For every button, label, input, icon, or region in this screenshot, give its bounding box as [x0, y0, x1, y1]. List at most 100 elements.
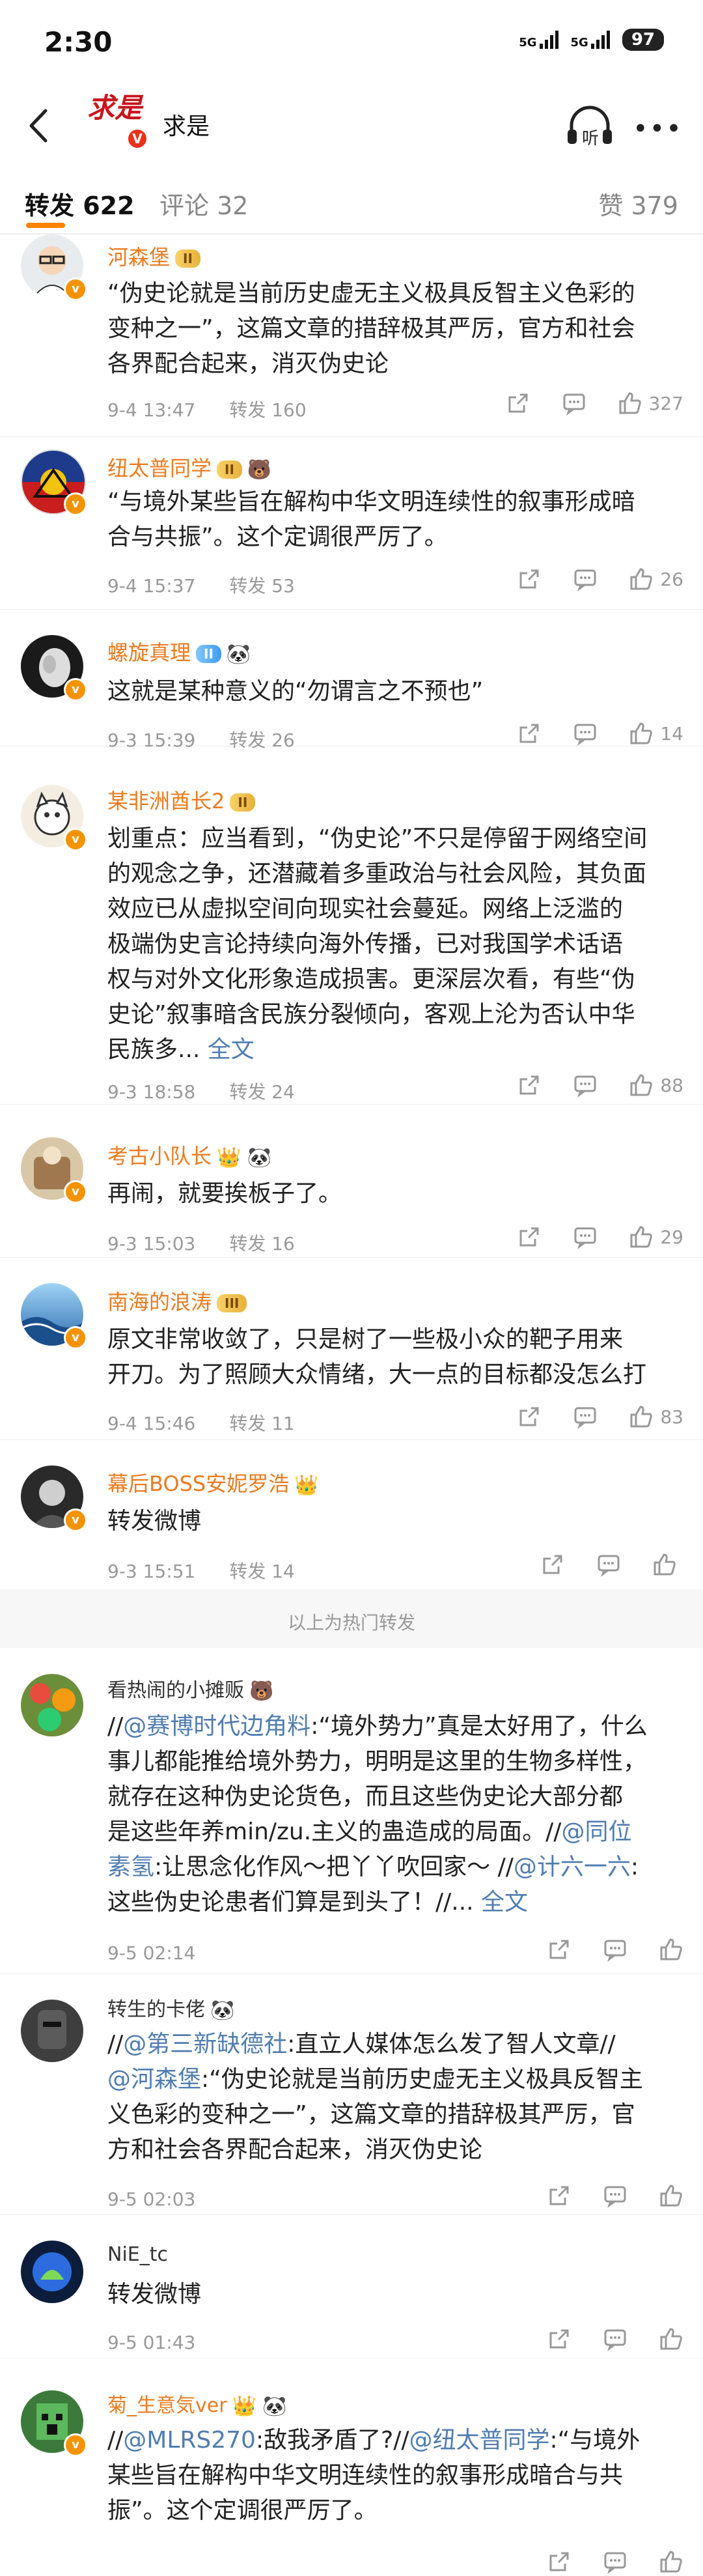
- user-name[interactable]: NiE_tc: [107, 2243, 168, 2266]
- list-item[interactable]: NiE_tc 转发微博 9-5 01:43: [0, 2228, 703, 2358]
- like-button[interactable]: [659, 1937, 683, 1962]
- qiushi-logo[interactable]: 求是 V: [85, 85, 150, 156]
- list-item[interactable]: v 菊_生意気ver 👑 🐼 //@MLRS270:敌我矛盾了?//@纽太普同学:…: [0, 2371, 703, 2576]
- level-badge: II: [196, 645, 221, 663]
- like-button[interactable]: [659, 2549, 683, 2574]
- list-item[interactable]: v 考古小队长 👑 🐼 再闹，就要挨板子了。 9-3 15:03 转发 16 29: [0, 1120, 703, 1258]
- headphones-icon: 听: [568, 106, 612, 148]
- comment-icon[interactable]: [573, 1073, 598, 1097]
- avatar[interactable]: [21, 2000, 83, 2062]
- comment-icon[interactable]: [603, 2183, 627, 2208]
- user-name[interactable]: 螺旋真理: [107, 640, 191, 665]
- mention-link[interactable]: @纽太普同学: [409, 2427, 549, 2454]
- user-name[interactable]: 河森堡: [107, 245, 170, 270]
- comment-icon[interactable]: [562, 391, 586, 416]
- thumbs-up-icon: [619, 392, 641, 414]
- thumbs-up-icon: [630, 722, 653, 744]
- full-text-link[interactable]: 全文: [200, 1036, 255, 1063]
- list-item[interactable]: v 幕后BOSS安妮罗浩 👑 转发微博 9-3 15:51 转发 14: [0, 1449, 703, 1590]
- share-icon[interactable]: [547, 2327, 572, 2351]
- list-item[interactable]: 看热闹的小摊贩 🐻 //@赛博时代边角料:“境外势力”真是太好用了，什么 事儿都能…: [0, 1661, 703, 1974]
- comment-icon[interactable]: [603, 2549, 627, 2574]
- mention-link[interactable]: 素氢: [107, 1854, 154, 1880]
- list-item[interactable]: v 某非洲酋长2 II 划重点：应当看到，“伪史论”不只是停留于网络空间 的观念之…: [0, 765, 703, 1105]
- share-icon[interactable]: [540, 1552, 565, 1577]
- user-name[interactable]: 看热闹的小摊贩: [107, 1679, 244, 1702]
- tab-likes[interactable]: 赞 379: [598, 186, 678, 221]
- comment-icon[interactable]: [596, 1552, 621, 1577]
- comment-icon[interactable]: [573, 1224, 598, 1249]
- like-button[interactable]: [652, 1552, 683, 1577]
- tab-forwards[interactable]: 转发 622: [25, 186, 135, 221]
- share-icon[interactable]: [517, 567, 542, 591]
- action-bar: 88: [486, 1073, 683, 1097]
- share-icon[interactable]: [547, 2549, 572, 2574]
- post-meta: 9-4 13:47 转发 160: [107, 399, 307, 421]
- mention-link[interactable]: @计六一六: [514, 1854, 631, 1880]
- list-item[interactable]: v 纽太普同学 II 🐻 “与境外某些旨在解构中华文明连续性的叙事形成暗 合与共振”…: [0, 443, 703, 610]
- post-text: //@第三新缺德社:直立人媒体怎么发了智人文章// @河森堡:“伪史论就是当前历…: [107, 2031, 643, 2163]
- share-icon[interactable]: [547, 1937, 572, 1962]
- avatar[interactable]: [21, 1674, 83, 1736]
- post-meta: 9-5 02:14: [107, 1942, 196, 1964]
- share-icon[interactable]: [517, 1073, 542, 1097]
- like-button[interactable]: 88: [629, 1073, 683, 1097]
- tab-comments[interactable]: 评论 32: [159, 186, 248, 221]
- like-button[interactable]: [659, 2327, 683, 2351]
- thumbs-up-icon: [660, 2185, 682, 2207]
- signal-icon: 5G: [519, 31, 558, 49]
- thumbs-up-icon: [660, 1938, 682, 1960]
- user-name[interactable]: 纽太普同学: [107, 456, 212, 481]
- like-button[interactable]: [659, 2183, 683, 2208]
- mention-link[interactable]: @河森堡: [107, 2066, 201, 2093]
- thumbs-up-icon: [630, 1406, 653, 1428]
- share-icon[interactable]: [517, 721, 542, 746]
- like-button[interactable]: 26: [629, 567, 683, 591]
- post-meta: 9-3 18:58 转发 24: [107, 1081, 295, 1103]
- post-text: 原文非常收敛了，只是树了一些极小众的靶子用来 开刀。为了照顾大众情绪，大一点的目…: [107, 1326, 647, 1388]
- user-name[interactable]: 考古小队长: [107, 1144, 212, 1168]
- mention-link[interactable]: @同位: [561, 1819, 631, 1845]
- share-icon[interactable]: [506, 391, 531, 416]
- listen-button[interactable]: 听: [564, 101, 616, 153]
- list-item[interactable]: v 螺旋真理 II 🐼 这就是某种意义的“勿谓言之不预也” 9-3 15:39 转发 …: [0, 616, 703, 751]
- user-name[interactable]: 某非洲酋长2: [107, 789, 225, 814]
- user-name[interactable]: 转生的卡佬: [107, 1998, 205, 2021]
- like-button[interactable]: 327: [618, 391, 683, 416]
- list-item[interactable]: v 河森堡 II “伪史论就是当前历史虚无主义极具反智主义色彩的 变种之一”，这篇…: [0, 234, 703, 437]
- user-name[interactable]: 幕后BOSS安妮罗浩: [107, 1471, 289, 1496]
- signal-icon: 5G: [571, 31, 611, 49]
- user-name[interactable]: 南海的浪涛: [107, 1290, 212, 1314]
- mention-link[interactable]: @第三新缺德社: [123, 2031, 287, 2058]
- verified-badge-icon: v: [64, 2433, 87, 2457]
- full-text-link[interactable]: 全文: [481, 1889, 528, 1916]
- like-button[interactable]: 83: [629, 1404, 683, 1429]
- comment-icon[interactable]: [573, 1404, 598, 1429]
- share-icon[interactable]: [517, 1404, 542, 1429]
- fan-badge-icon: 🐻: [249, 1680, 274, 1703]
- comment-icon[interactable]: [603, 1937, 627, 1962]
- verified-badge-icon: v: [64, 277, 87, 301]
- panda-icon: 🐼: [210, 1999, 235, 2022]
- list-item[interactable]: v 南海的浪涛 III 原文非常收敛了，只是树了一些极小众的靶子用来 开刀。为了照…: [0, 1270, 703, 1440]
- mention-link[interactable]: @赛博时代边角料: [123, 1713, 310, 1740]
- like-count: 14: [660, 722, 683, 744]
- like-button[interactable]: 29: [629, 1224, 683, 1249]
- comment-icon[interactable]: [573, 721, 598, 746]
- action-bar: 83: [486, 1404, 683, 1429]
- avatar[interactable]: [21, 2241, 83, 2303]
- list-item[interactable]: 转生的卡佬 🐼 //@第三新缺德社:直立人媒体怎么发了智人文章// @河森堡:“伪…: [0, 1987, 703, 2215]
- comment-icon[interactable]: [603, 2327, 627, 2351]
- mention-link[interactable]: @MLRS270: [123, 2427, 256, 2454]
- share-icon[interactable]: [517, 1224, 542, 1249]
- comment-icon[interactable]: [573, 567, 598, 591]
- thumbs-up-icon: [630, 1074, 653, 1096]
- like-count: 327: [648, 392, 683, 414]
- post-meta: 9-4 15:46 转发 11: [107, 1413, 295, 1434]
- more-icon[interactable]: •••: [633, 114, 683, 144]
- back-button[interactable]: [26, 103, 52, 149]
- crown-panda-badge-icon: 👑 🐼: [217, 1146, 272, 1169]
- share-icon[interactable]: [547, 2183, 572, 2208]
- user-name[interactable]: 菊_生意気ver: [107, 2394, 227, 2417]
- like-button[interactable]: 14: [629, 721, 683, 746]
